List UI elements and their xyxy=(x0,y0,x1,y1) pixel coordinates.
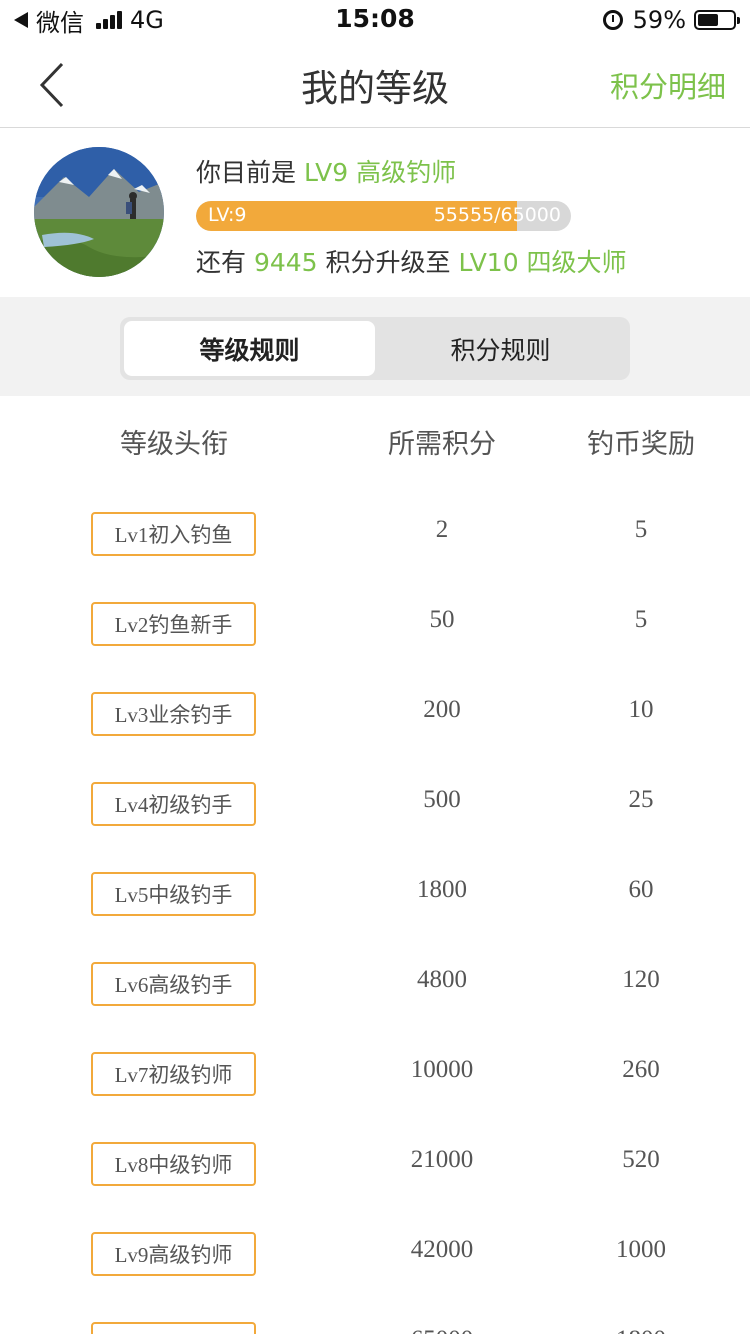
level-badge: Lv10四级大师 xyxy=(91,1322,256,1334)
level-badge: Lv6高级钓手 xyxy=(91,962,256,1006)
tab-level-rules[interactable]: 等级规则 xyxy=(124,321,375,376)
battery-icon xyxy=(694,10,740,30)
progress-level-label: LV:9 xyxy=(208,204,247,226)
current-level-line: 你目前是 LV9 高级钓师 xyxy=(196,153,456,189)
profile-card: 你目前是 LV9 高级钓师 LV:9 55555/65000 还有 9445 积… xyxy=(0,129,750,297)
status-bar: 微信 4G 15:08 59% xyxy=(0,0,750,40)
nav-bar: 我的等级 积分明细 xyxy=(0,40,750,128)
header-coins: 钓币奖励 xyxy=(587,429,695,460)
battery-percent: 59% xyxy=(632,6,686,34)
table-row: Lv2钓鱼新手 50 5 xyxy=(0,576,750,666)
level-badge: Lv4初级钓手 xyxy=(91,782,256,826)
coin-reward: 25 xyxy=(628,786,654,813)
required-points: 1800 xyxy=(417,876,467,903)
table-header: 等级头衔 所需积分 钓币奖励 xyxy=(0,396,750,486)
table-row: Lv9高级钓师 42000 1000 xyxy=(0,1206,750,1296)
progress-points-text: 55555/65000 xyxy=(433,204,561,226)
segmented-tabs: 等级规则 积分规则 xyxy=(120,317,630,380)
upgrade-prefix: 还有 xyxy=(196,248,247,277)
upgrade-middle: 积分升级至 xyxy=(325,248,451,277)
level-badge: Lv7初级钓师 xyxy=(91,1052,256,1096)
coin-reward: 520 xyxy=(622,1146,660,1173)
level-table: Lv1初入钓鱼 2 5 Lv2钓鱼新手 50 5 Lv3业余钓手 200 10 … xyxy=(0,486,750,1334)
level-badge: Lv5中级钓手 xyxy=(91,872,256,916)
current-level: LV9 高级钓师 xyxy=(303,158,457,187)
points-detail-link[interactable]: 积分明细 xyxy=(610,64,726,106)
coin-reward: 60 xyxy=(628,876,654,903)
table-row: Lv1初入钓鱼 2 5 xyxy=(0,486,750,576)
coin-reward: 10 xyxy=(628,696,654,723)
coin-reward: 1800 xyxy=(531,1326,750,1334)
battery-fill xyxy=(698,14,719,26)
required-points: 4800 xyxy=(417,966,467,993)
required-points: 21000 xyxy=(410,1146,474,1173)
coin-reward: 5 xyxy=(634,606,648,633)
required-points: 10000 xyxy=(410,1056,474,1083)
required-points: 200 xyxy=(423,696,461,723)
table-row: Lv3业余钓手 200 10 xyxy=(0,666,750,756)
status-right: 59% xyxy=(602,5,740,35)
required-points: 2 xyxy=(435,516,449,543)
header-points: 所需积分 xyxy=(388,429,496,460)
table-row: Lv7初级钓师 10000 260 xyxy=(0,1026,750,1116)
level-badge: Lv1初入钓鱼 xyxy=(91,512,256,556)
coin-reward: 1000 xyxy=(616,1236,666,1263)
required-points: 50 xyxy=(429,606,455,633)
table-row: Lv5中级钓手 1800 60 xyxy=(0,846,750,936)
coin-reward: 120 xyxy=(622,966,660,993)
avatar[interactable] xyxy=(34,147,164,277)
next-level: LV10 四级大师 xyxy=(458,248,627,277)
level-badge: Lv8中级钓师 xyxy=(91,1142,256,1186)
coin-reward: 5 xyxy=(634,516,648,543)
level-badge: Lv3业余钓手 xyxy=(91,692,256,736)
table-row: Lv10四级大师 65000 1800 xyxy=(0,1296,750,1334)
remaining-points: 9445 xyxy=(253,248,318,277)
level-progress-bar: LV:9 55555/65000 xyxy=(196,201,571,231)
tab-band: 等级规则 积分规则 xyxy=(0,297,750,396)
table-row: Lv4初级钓手 500 25 xyxy=(0,756,750,846)
current-level-prefix: 你目前是 xyxy=(196,158,297,187)
required-points: 500 xyxy=(423,786,461,813)
required-points: 65000 xyxy=(332,1326,552,1334)
level-badge: Lv2钓鱼新手 xyxy=(91,602,256,646)
upgrade-hint: 还有 9445 积分升级至 LV10 四级大师 xyxy=(196,243,627,279)
header-title: 等级头衔 xyxy=(120,429,228,460)
required-points: 42000 xyxy=(410,1236,474,1263)
level-badge: Lv9高级钓师 xyxy=(91,1232,256,1276)
alarm-icon xyxy=(602,10,623,30)
table-row: Lv8中级钓师 21000 520 xyxy=(0,1116,750,1206)
coin-reward: 260 xyxy=(622,1056,660,1083)
tab-points-rules[interactable]: 积分规则 xyxy=(375,321,626,376)
table-row: Lv6高级钓手 4800 120 xyxy=(0,936,750,1026)
